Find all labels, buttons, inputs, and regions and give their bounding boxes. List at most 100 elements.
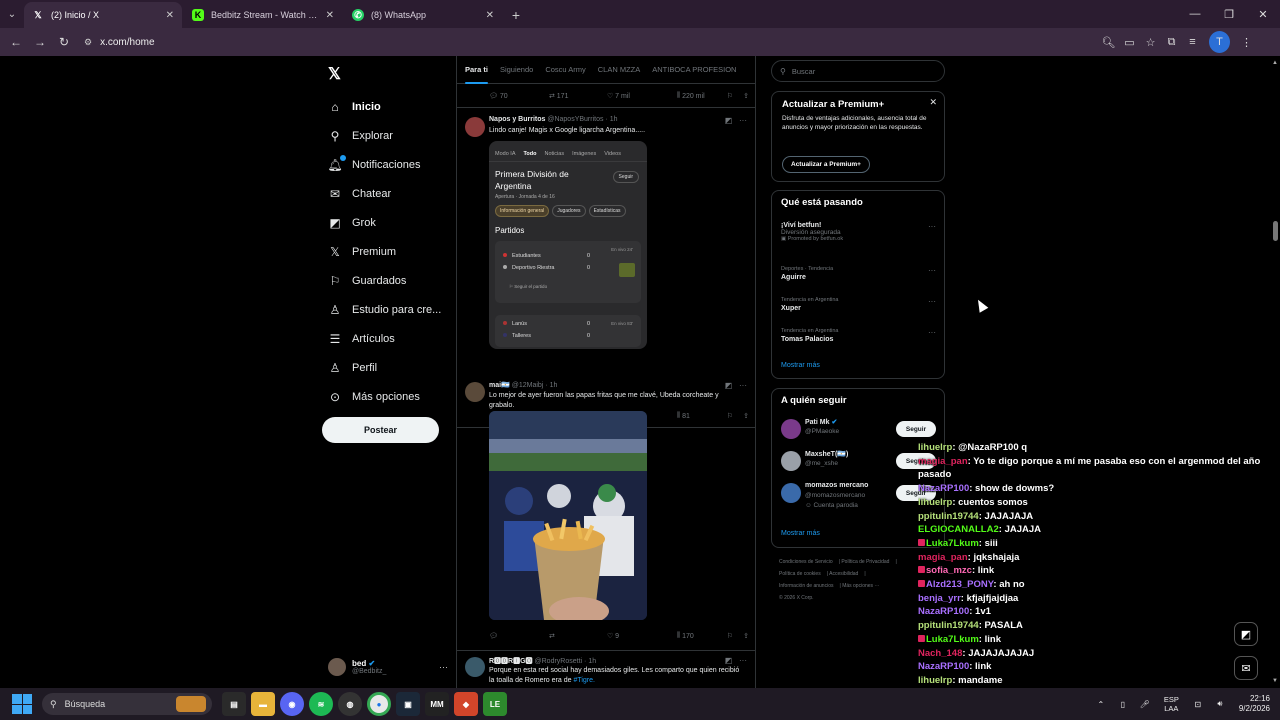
more-icon[interactable]: ··· — [739, 381, 747, 390]
suggested-user[interactable]: momazos mercano @momazosmercano ☺ Cuenta… — [781, 481, 936, 509]
minimize-button[interactable]: — — [1178, 0, 1212, 28]
obs-icon[interactable]: ◍ — [338, 692, 362, 716]
chat-username[interactable]: NazaRP100 — [918, 483, 969, 494]
grok-icon[interactable]: ◩ — [725, 116, 733, 125]
avatar[interactable] — [465, 117, 485, 137]
share-icon[interactable]: ⇪ — [743, 92, 749, 100]
tweet-time[interactable]: 1h — [550, 382, 558, 389]
footer-link[interactable]: Información de anuncios — [779, 583, 833, 589]
task-view-icon[interactable]: ▤ — [222, 692, 246, 716]
show-more-link[interactable]: Mostrar más — [781, 362, 820, 369]
nav-item-perfil[interactable]: ♙ Perfil — [328, 353, 458, 382]
footer-link[interactable]: Condiciones de Servicio — [779, 559, 833, 565]
reload-button[interactable]: ↻ — [52, 28, 76, 56]
game-icon[interactable]: ◆ — [454, 692, 478, 716]
nav-item-guardados[interactable]: ⚐ Guardados — [328, 266, 458, 295]
network-icon[interactable]: ⊡ — [1187, 700, 1209, 709]
footer-link[interactable]: Más opciones ··· — [842, 583, 879, 589]
upgrade-premium-button[interactable]: Actualizar a Premium+ — [782, 156, 870, 173]
tab-clan-mzza[interactable]: CLAN MZZA — [598, 65, 641, 74]
extensions-icon[interactable]: ⧉ — [1161, 31, 1182, 53]
views-button[interactable]: ⫼ 170 — [677, 632, 727, 640]
zoom-icon[interactable]: 🔍︎ — [1098, 31, 1119, 53]
trend-item[interactable]: ¡Viví betfun! Diversión asegurada ▣ Prom… — [781, 222, 936, 242]
avatar[interactable] — [465, 657, 485, 677]
windows-start-icon[interactable] — [12, 694, 32, 714]
repost-button[interactable]: ⇄ — [549, 632, 607, 640]
le-icon[interactable]: LE — [483, 692, 507, 716]
close-tab-icon[interactable]: ✕ — [166, 10, 174, 21]
chrome-icon[interactable]: ● — [367, 692, 391, 716]
more-icon[interactable]: ··· — [928, 328, 936, 337]
mm-icon[interactable]: MM — [425, 692, 449, 716]
microphone-icon[interactable]: 🎤︎ — [1134, 700, 1156, 709]
back-button[interactable]: ← — [4, 28, 28, 56]
spotify-icon[interactable]: ≋ — [309, 692, 333, 716]
grok-icon[interactable]: ◩ — [725, 381, 733, 390]
nav-item-notificaciones[interactable]: 🔔︎ Notificaciones — [327, 150, 458, 179]
new-tab-button[interactable]: + — [504, 2, 528, 28]
views-button[interactable]: ⫼ 220 mil — [677, 92, 727, 100]
tab-whatsapp[interactable]: ✆ (8) WhatsApp ✕ — [344, 2, 502, 28]
forward-button[interactable]: → — [28, 28, 52, 56]
footer-link[interactable]: Accesibilidad — [829, 571, 858, 577]
chat-username[interactable]: lihuelrp — [918, 442, 952, 453]
search-input[interactable]: ⚲ Buscar — [771, 60, 945, 82]
cast-icon[interactable]: ▭ — [1119, 31, 1140, 53]
author-handle[interactable]: @RodryRosetti — [535, 658, 583, 665]
chat-username[interactable]: ppitulin19744 — [918, 511, 979, 522]
more-icon[interactable]: ··· — [739, 656, 747, 665]
nav-item-grok[interactable]: ◩ Grok — [328, 208, 458, 237]
footer-link[interactable]: Política de cookies — [779, 571, 821, 577]
suggested-user[interactable]: Pati Mk ✔ @PMaeoke Seguir — [781, 417, 936, 443]
author-handle[interactable]: @12Maibj — [512, 382, 544, 389]
more-icon[interactable]: ··· — [439, 662, 448, 672]
language-indicator[interactable]: ESP LAA — [1164, 695, 1179, 713]
media-icon[interactable]: ≡ — [1182, 31, 1203, 53]
taskbar-search[interactable]: ⚲ Búsqueda — [42, 693, 212, 715]
trend-item[interactable]: Deportes · Tendencia Aguirre ··· — [781, 266, 936, 281]
nav-item-estudio[interactable]: ♙ Estudio para cre... — [328, 295, 458, 324]
tab-antiboca[interactable]: ANTIBOCA PROFESION — [652, 65, 736, 74]
avatar[interactable] — [465, 382, 485, 402]
chat-username[interactable]: ELGIOCANALLA2 — [918, 524, 999, 535]
reply-button[interactable]: 💬︎ 70 — [489, 92, 549, 101]
footer-link[interactable]: Política de Privacidad — [841, 559, 889, 565]
grok-icon[interactable]: ◩ — [725, 656, 733, 665]
follow-button[interactable]: Seguir — [896, 421, 936, 437]
chat-username[interactable]: lihuelrp — [918, 675, 952, 686]
author-name[interactable]: R🅾🅳R🅸G🅾 — [489, 658, 533, 665]
chat-username[interactable]: NazaRP100 — [918, 606, 969, 617]
chat-username[interactable]: lihuelrp — [918, 497, 952, 508]
author-name[interactable]: mai🇦🇷 — [489, 382, 510, 389]
chat-username[interactable]: Nach_148 — [918, 648, 962, 659]
nav-item-chatear[interactable]: ✉ Chatear — [328, 179, 458, 208]
discord-icon[interactable]: ◉ — [280, 692, 304, 716]
chat-username[interactable]: Alzd213_PONY — [926, 579, 993, 590]
tweet-time[interactable]: 1h — [610, 116, 618, 123]
bookmark-icon[interactable]: ⚐ — [727, 632, 733, 640]
reply-button[interactable]: 💬︎ — [489, 632, 549, 640]
tweet-time[interactable]: 1h — [588, 658, 596, 665]
tray-overflow-icon[interactable]: ⌃ — [1090, 700, 1112, 709]
chat-username[interactable]: Luka7Lkum — [926, 538, 979, 549]
scroll-down-icon[interactable]: ▼ — [1272, 678, 1278, 684]
close-tab-icon[interactable]: ✕ — [326, 10, 334, 21]
tweet[interactable]: mai🇦🇷 @12Maibj · 1h ◩ ··· Lo mejor de ay… — [457, 378, 755, 651]
page-scrollbar[interactable]: ▲ ▼ — [1270, 56, 1280, 696]
suggested-user[interactable]: MaxsheT(🇦🇷) @me_xshe Seguir — [781, 449, 936, 475]
show-more-link[interactable]: Mostrar más — [781, 530, 820, 537]
close-tab-icon[interactable]: ✕ — [486, 10, 494, 21]
close-icon[interactable]: ✕ — [929, 97, 937, 108]
nav-item-articulos[interactable]: ☰ Artículos — [328, 324, 458, 353]
site-info-icon[interactable]: ⚙ — [84, 37, 92, 48]
trend-item[interactable]: Tendencia en Argentina Xuper ··· — [781, 297, 936, 312]
more-icon[interactable]: ··· — [928, 222, 936, 231]
tab-search-button[interactable]: ⌄ — [0, 0, 24, 28]
share-icon[interactable]: ⇪ — [743, 632, 749, 640]
chat-username[interactable]: benja_yrr — [918, 593, 961, 604]
like-button[interactable]: ♡ 7 mil — [607, 92, 677, 101]
tab-x-home[interactable]: 𝕏 (2) Inicio / X ✕ — [24, 2, 182, 28]
maximize-button[interactable]: ❐ — [1212, 0, 1246, 28]
tweet-image-google-card[interactable]: Modo IA Todo Noticias Imágenes Videos Pr… — [489, 141, 647, 349]
